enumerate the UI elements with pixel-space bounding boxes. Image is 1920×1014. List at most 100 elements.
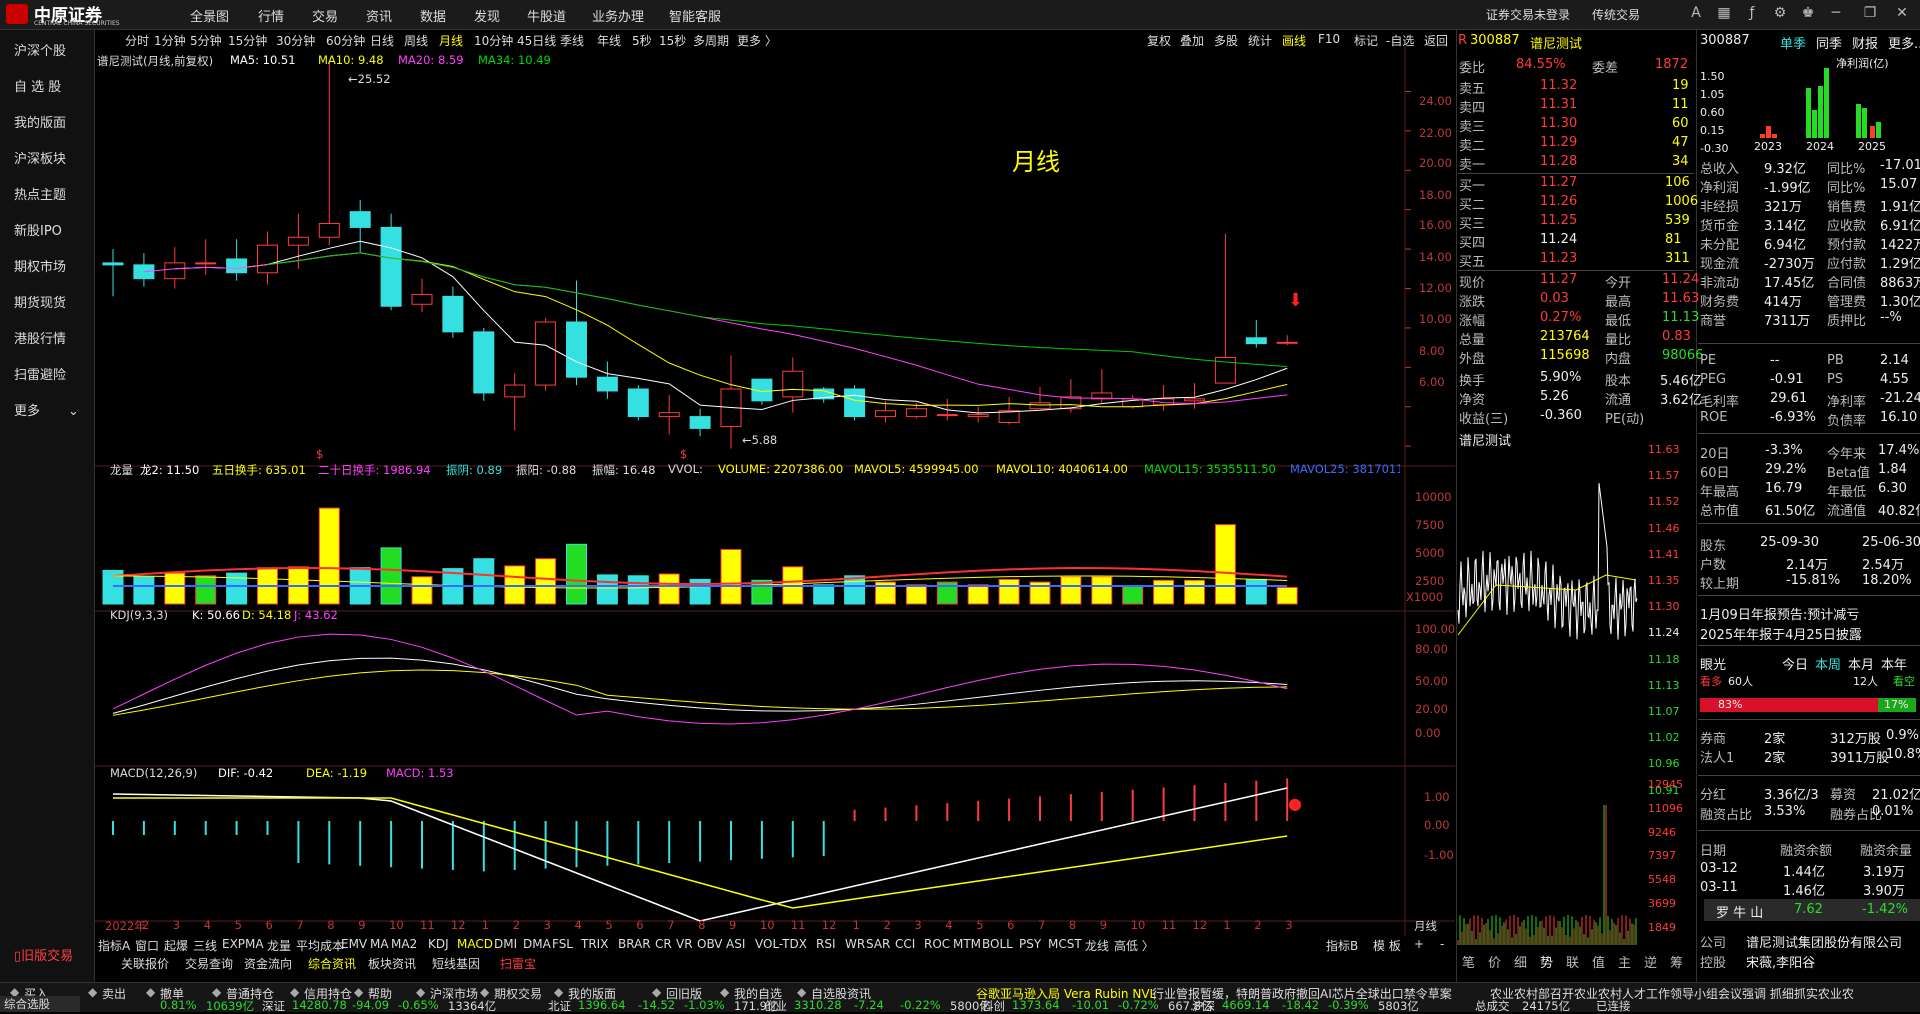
indicator-tab-28[interactable]: BOLL [982,937,1013,951]
ask-price[interactable]: 11.32 [1540,78,1577,93]
info-tab-0[interactable]: 关联报价 [121,955,169,972]
tool-1[interactable]: 叠加 [1180,32,1204,49]
ask-price[interactable]: 11.31 [1540,97,1577,112]
quote-tab-4[interactable]: 联 [1566,952,1579,971]
indicator-tab-4[interactable]: EXPMA [222,937,264,951]
indicator-tab-29[interactable]: PSY [1019,937,1041,951]
nav-more[interactable]: 更多 ⌄ [14,400,79,419]
period-tab-15[interactable]: 多周期 [693,32,729,49]
toolbar-1[interactable]: 卖出 [102,985,126,1002]
eye-tab-2[interactable]: 本月 [1848,654,1874,673]
nav-sh-sz-stocks[interactable]: 沪深个股 [14,40,66,59]
quote-tab-2[interactable]: 细 [1514,952,1527,971]
menu-discover[interactable]: 发现 [474,6,500,25]
fin-tab-1[interactable]: 同季 [1816,33,1842,52]
ticker-name[interactable]: 罗 牛 山 [1716,902,1763,921]
menu-panorama[interactable]: 全景图 [190,6,229,25]
tool-5[interactable]: F10 [1318,32,1340,46]
tool-0[interactable]: 复权 [1147,32,1171,49]
font-size-icon[interactable]: A [1686,5,1706,25]
indicator-tab-14[interactable]: FSL [552,937,573,951]
indicator-tab-7[interactable]: EMV [341,937,367,951]
indicator-tab-0[interactable]: 指标A [98,937,130,954]
indicator-tab-2[interactable]: 起爆 [164,937,188,954]
indicator-tab-32[interactable]: 高低 〉 [1114,937,1154,954]
menu-service[interactable]: 智能客服 [669,6,721,25]
indicator-tab-right-3[interactable]: - [1440,937,1444,951]
period-tab-4[interactable]: 30分钟 [276,32,315,49]
period-tab-10[interactable]: 45日线 [517,32,556,49]
nav-risk-scan[interactable]: 扫雷避险 [14,364,66,383]
indicator-tab-24[interactable]: SAR [866,937,890,951]
indicator-tab-8[interactable]: MA [370,937,389,951]
kline-chart[interactable] [95,46,1455,936]
indicator-tab-25[interactable]: CCI [895,937,915,951]
indicator-tab-20[interactable]: ASI [726,937,745,951]
period-tab-7[interactable]: 周线 [404,32,428,49]
indicator-tab-27[interactable]: MTM [953,937,981,951]
period-tab-2[interactable]: 5分钟 [190,32,222,49]
tool-4[interactable]: 画线 [1282,32,1306,49]
indicator-tab-23[interactable]: WR [845,937,865,951]
indicator-tab-12[interactable]: DMI [494,937,517,951]
info-tab-6[interactable]: 扫雷宝 [500,955,536,972]
indicator-tab-22[interactable]: RSI [816,937,836,951]
tool-3[interactable]: 统计 [1248,32,1272,49]
menu-quotes[interactable]: 行情 [258,6,284,25]
info-tab-5[interactable]: 短线基因 [432,955,480,972]
indicator-tab-5[interactable]: 龙量 [267,937,291,954]
trade-login-status[interactable]: 证券交易未登录 [1486,6,1570,24]
indicator-tab-9[interactable]: MA2 [391,937,417,951]
info-tab-2[interactable]: 资金流向 [244,955,292,972]
bid-price[interactable]: 11.24 [1540,232,1577,247]
period-tab-14[interactable]: 15秒 [659,32,686,49]
quote-tab-6[interactable]: 主 [1618,952,1631,971]
minimize-icon[interactable]: ─ [1826,5,1846,25]
period-tab-1[interactable]: 1分钟 [154,32,186,49]
nav-options[interactable]: 期权市场 [14,256,66,275]
ask-price[interactable]: 11.30 [1540,116,1577,131]
indicator-tab-11[interactable]: MACD [457,937,493,951]
bid-price[interactable]: 11.27 [1540,175,1577,190]
indicator-tab-30[interactable]: MCST [1048,937,1082,951]
old-trade-link[interactable]: ▯旧版交易 [14,945,73,964]
quote-tab-0[interactable]: 笔 [1462,952,1475,971]
nav-hot-topics[interactable]: 热点主题 [14,184,66,203]
period-tab-13[interactable]: 5秒 [632,32,652,49]
indicator-tab-18[interactable]: VR [676,937,693,951]
eye-tab-3[interactable]: 本年 [1881,654,1907,673]
eye-tab-0[interactable]: 今日 [1782,654,1808,673]
fin-tab-2[interactable]: 财报 [1852,33,1878,52]
menu-data[interactable]: 数据 [420,6,446,25]
indicator-tab-right-1[interactable]: 模 板 [1373,937,1401,954]
period-tab-5[interactable]: 60分钟 [326,32,365,49]
restore-icon[interactable]: ❐ [1860,5,1880,25]
close-icon[interactable]: ✕ [1892,5,1912,25]
quote-tab-7[interactable]: 逆 [1644,952,1657,971]
ask-price[interactable]: 11.28 [1540,154,1577,169]
period-tab-9[interactable]: 10分钟 [474,32,513,49]
nav-my-layout[interactable]: 我的版面 [14,112,66,131]
nav-ipo[interactable]: 新股IPO [14,220,62,239]
quote-tab-1[interactable]: 价 [1488,952,1501,971]
bid-price[interactable]: 11.23 [1540,251,1577,266]
nav-hk-stocks[interactable]: 港股行情 [14,328,66,347]
quote-tab-5[interactable]: 值 [1592,952,1605,971]
info-tab-1[interactable]: 交易查询 [185,955,233,972]
bid-price[interactable]: 11.25 [1540,213,1577,228]
indicator-tab-1[interactable]: 窗口 [135,937,159,954]
indicator-tab-right-0[interactable]: 指标B [1326,937,1358,954]
indicator-tab-19[interactable]: OBV [697,937,723,951]
fin-tab-3[interactable]: 更多.. [1888,33,1920,52]
quote-tab-8[interactable]: 筹 [1670,952,1683,971]
indicator-tab-26[interactable]: ROC [924,937,950,951]
indicator-tab-right-2[interactable]: + [1414,937,1424,951]
notice-2[interactable]: 2025年年报于4月25日披露 [1700,624,1862,643]
shirt-icon[interactable]: ♚ [1798,5,1818,25]
nav-futures[interactable]: 期货现货 [14,292,66,311]
indicator-tab-6[interactable]: 平均成本 [296,937,344,954]
nav-sectors[interactable]: 沪深板块 [14,148,66,167]
period-tab-3[interactable]: 15分钟 [228,32,267,49]
menu-news[interactable]: 资讯 [366,6,392,25]
intraday-chart[interactable] [1456,445,1642,945]
